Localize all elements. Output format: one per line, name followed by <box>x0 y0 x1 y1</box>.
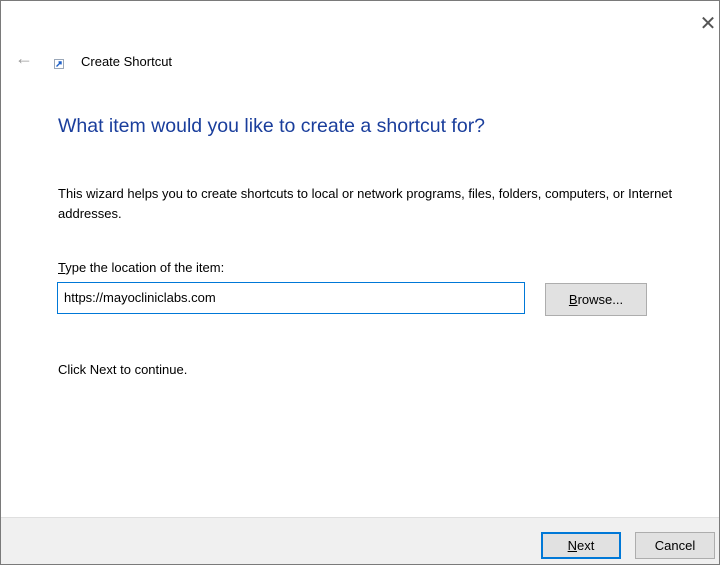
next-mnemonic: N <box>567 538 578 553</box>
browse-mnemonic: B <box>568 292 578 307</box>
next-button[interactable]: Next <box>541 532 621 559</box>
location-label: Type the location of the item: <box>58 260 224 275</box>
footer-bar: Next Cancel <box>1 517 719 564</box>
intro-text: This wizard helps you to create shortcut… <box>58 186 673 221</box>
window-title: Create Shortcut <box>81 54 173 69</box>
location-label-text: ype the location of the item: <box>65 260 225 275</box>
page-heading: What item would you like to create a sho… <box>58 115 486 137</box>
continue-hint: Click Next to continue. <box>58 362 188 377</box>
browse-button[interactable]: Browse... <box>545 283 647 316</box>
close-icon[interactable]: ✕ <box>699 14 717 34</box>
cancel-button[interactable]: Cancel <box>635 532 715 559</box>
browse-label: rowse... <box>577 292 624 307</box>
next-label: ext <box>577 538 595 553</box>
shortcut-icon <box>54 59 64 69</box>
back-arrow-icon[interactable]: ← <box>15 49 35 67</box>
location-input[interactable] <box>57 282 525 314</box>
create-shortcut-window: ✕ ← Create Shortcut What item would you … <box>0 0 720 565</box>
